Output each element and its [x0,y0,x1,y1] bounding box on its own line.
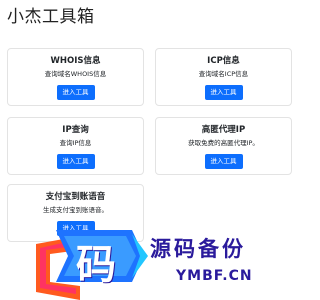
tool-card-description: 查询域名ICP信息 [198,70,249,78]
tool-card-description: 获取免费的高匿代理IP。 [188,139,259,147]
tool-card-title: IP查询 [62,125,89,135]
enter-tool-button[interactable]: 进入工具 [56,154,95,169]
watermark-text-en: YMBF.CN [176,268,253,284]
watermark-text-cn: 源码备份 [150,236,246,261]
tool-card-proxy: 高匿代理IP 获取免费的高匿代理IP。 进入工具 [155,117,292,175]
tool-card-title: 高匿代理IP [201,125,246,135]
tool-card-title: WHOIS信息 [50,56,101,66]
enter-tool-button[interactable]: 进入工具 [204,85,243,100]
enter-tool-button[interactable]: 进入工具 [204,154,243,169]
tool-card-description: 生成支付宝到账语音。 [43,206,108,214]
page-title: 小杰工具箱 [7,7,95,27]
tool-card-title: 支付宝到账语音 [45,192,106,202]
tool-card-description: 查询域名WHOIS信息 [44,70,107,78]
tool-card-ip: IP查询 查询IP信息 进入工具 [7,117,144,175]
tool-card-icp: ICP信息 查询域名ICP信息 进入工具 [155,48,292,106]
tool-card-description: 查询IP信息 [59,139,92,147]
tool-card-whois: WHOIS信息 查询域名WHOIS信息 进入工具 [7,48,144,106]
tool-card-title: ICP信息 [207,56,240,66]
watermark-logo-char: 码 [76,241,116,288]
enter-tool-button[interactable]: 进入工具 [56,85,95,100]
